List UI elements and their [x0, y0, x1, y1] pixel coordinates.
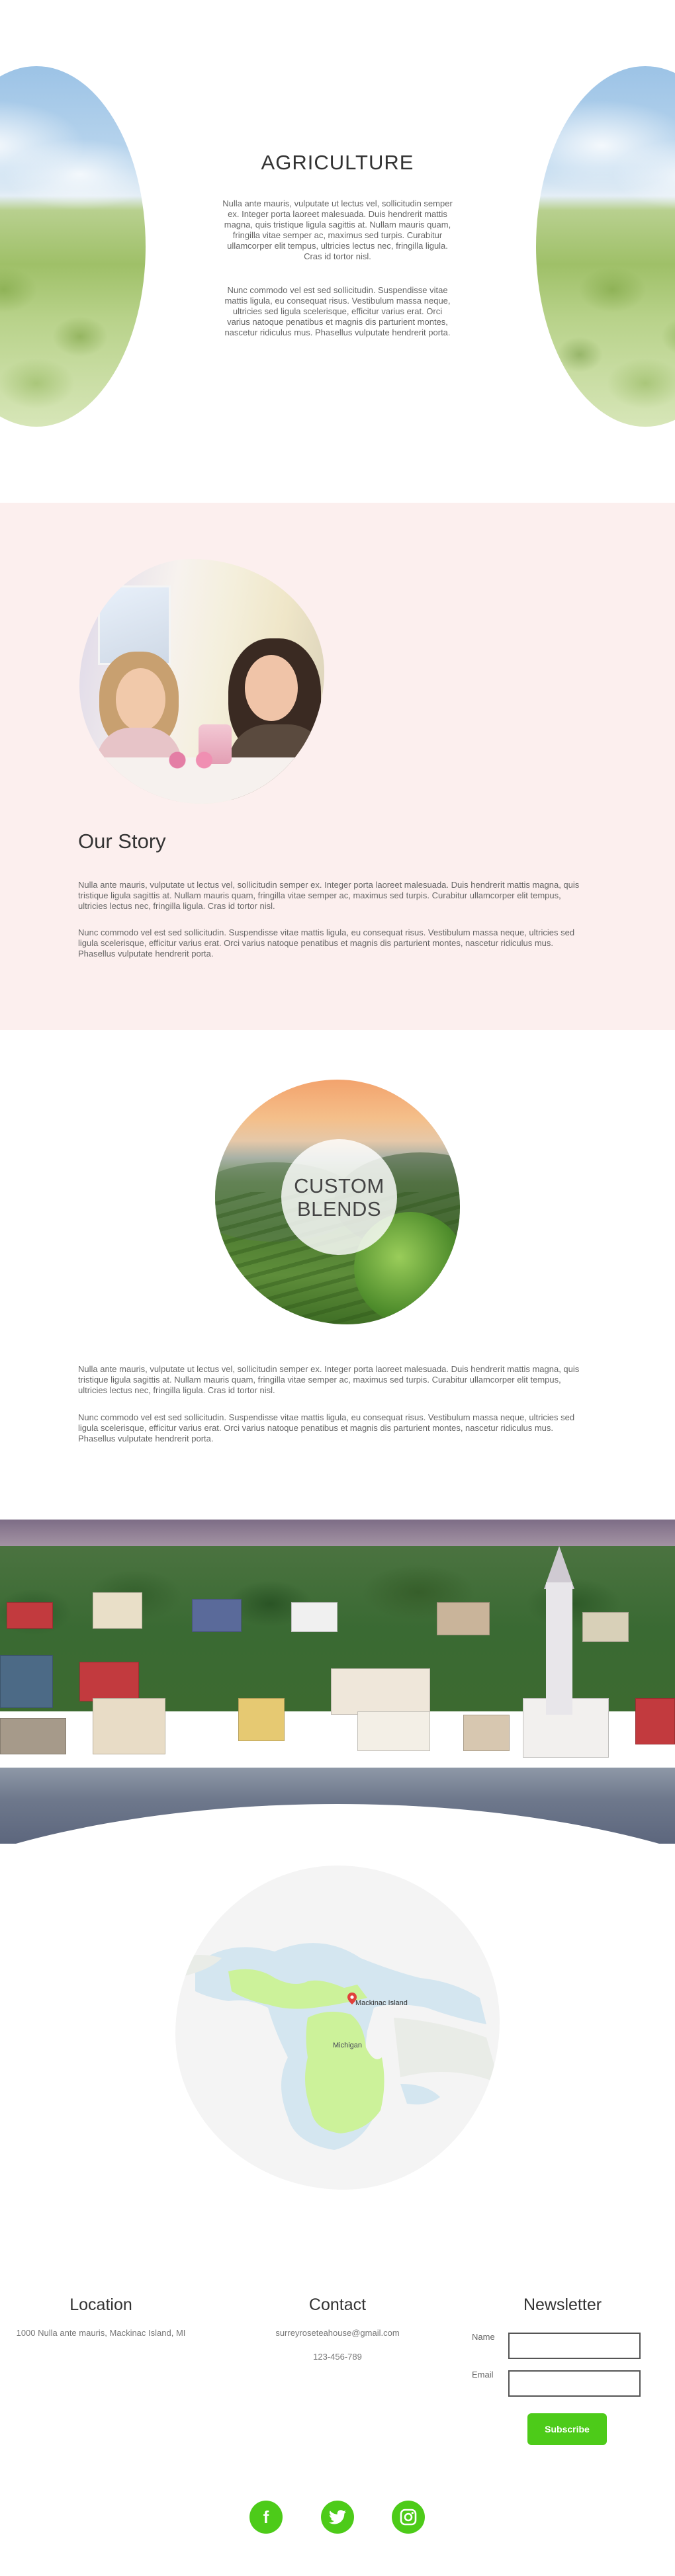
page: AGRICULTURE Nulla ante mauris, vulputate… — [0, 0, 675, 2576]
tea-field-image-right — [536, 66, 675, 427]
tea-plantation-photo: CUSTOM BLENDS — [215, 1080, 460, 1324]
location-address: 1000 Nulla ante mauris, Mackinac Island,… — [16, 2328, 186, 2338]
map-region-label: Michigan — [333, 2041, 363, 2049]
newsletter-heading: Newsletter — [523, 2296, 602, 2314]
twitter-bird-icon — [329, 2510, 346, 2524]
our-story-title: Our Story — [78, 830, 166, 853]
contact-email[interactable]: surreyroseteahouse@gmail.com — [238, 2328, 437, 2338]
harbor-town-photo — [0, 1520, 675, 1844]
custom-blends-line-2: BLENDS — [296, 1197, 382, 1221]
our-story-section: Our Story Nulla ante mauris, vulputate u… — [0, 503, 675, 1030]
contact-heading: Contact — [308, 2296, 367, 2314]
our-story-paragraph-1: Nulla ante mauris, vulputate ut lectus v… — [78, 880, 580, 911]
custom-blends-badge: CUSTOM BLENDS — [281, 1139, 397, 1255]
facebook-icon[interactable]: f — [249, 2501, 283, 2534]
custom-blends-line-1: CUSTOM — [294, 1174, 384, 1197]
twitter-icon[interactable] — [321, 2501, 354, 2534]
agriculture-title: AGRICULTURE — [261, 151, 414, 174]
custom-blends-paragraph-2: Nunc commodo vel est sed sollicitudin. S… — [78, 1412, 575, 1443]
instagram-icon[interactable] — [392, 2501, 425, 2534]
agriculture-paragraph-1: Nulla ante mauris, vulputate ut lectus v… — [222, 198, 453, 261]
contact-phone[interactable]: 123-456-789 — [238, 2352, 437, 2362]
map-graphic — [175, 1943, 500, 2150]
custom-blends-section: CUSTOM BLENDS Nulla ante mauris, vulputa… — [0, 1030, 675, 1520]
email-label: Email — [472, 2370, 494, 2380]
newsletter-column: Newsletter — [463, 2296, 662, 2315]
tea-field-image-left — [0, 66, 146, 427]
our-story-paragraph-2: Nunc commodo vel est sed sollicitudin. S… — [78, 927, 575, 959]
tea-party-photo — [79, 559, 324, 804]
newsletter-name-input[interactable] — [508, 2333, 641, 2359]
location-heading: Location — [69, 2296, 132, 2314]
agriculture-paragraph-2: Nunc commodo vel est sed sollicitudin. S… — [224, 285, 451, 337]
map-pin-label: Mackinac Island — [355, 1999, 408, 2007]
location-column: Location 1000 Nulla ante mauris, Mackina… — [0, 2296, 202, 2338]
custom-blends-paragraph-1: Nulla ante mauris, vulputate ut lectus v… — [78, 1364, 580, 1395]
instagram-camera-icon — [400, 2509, 417, 2526]
agriculture-section: AGRICULTURE Nulla ante mauris, vulputate… — [0, 0, 675, 503]
name-label: Name — [472, 2332, 495, 2342]
contact-column: Contact surreyroseteahouse@gmail.com 123… — [238, 2296, 437, 2362]
newsletter-email-input[interactable] — [508, 2370, 641, 2397]
subscribe-button[interactable]: Subscribe — [527, 2413, 607, 2445]
michigan-map[interactable]: Mackinac Island Michigan — [175, 1866, 500, 2190]
